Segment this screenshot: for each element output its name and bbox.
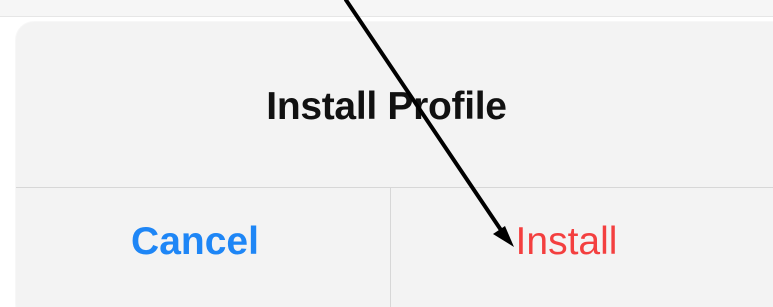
alert-actions: Cancel Install: [16, 188, 773, 307]
alert-title: Install Profile: [266, 84, 507, 128]
top-edge-bar: [0, 0, 773, 17]
install-button-label: Install: [515, 219, 618, 263]
cancel-button[interactable]: Cancel: [16, 188, 390, 307]
install-button[interactable]: Install: [390, 188, 773, 307]
install-profile-alert: Install Profile Cancel Install: [16, 22, 773, 307]
alert-header: Install Profile: [16, 22, 773, 187]
screenshot-stage: Install Profile Cancel Install: [0, 0, 773, 307]
cancel-button-label: Cancel: [131, 219, 259, 263]
